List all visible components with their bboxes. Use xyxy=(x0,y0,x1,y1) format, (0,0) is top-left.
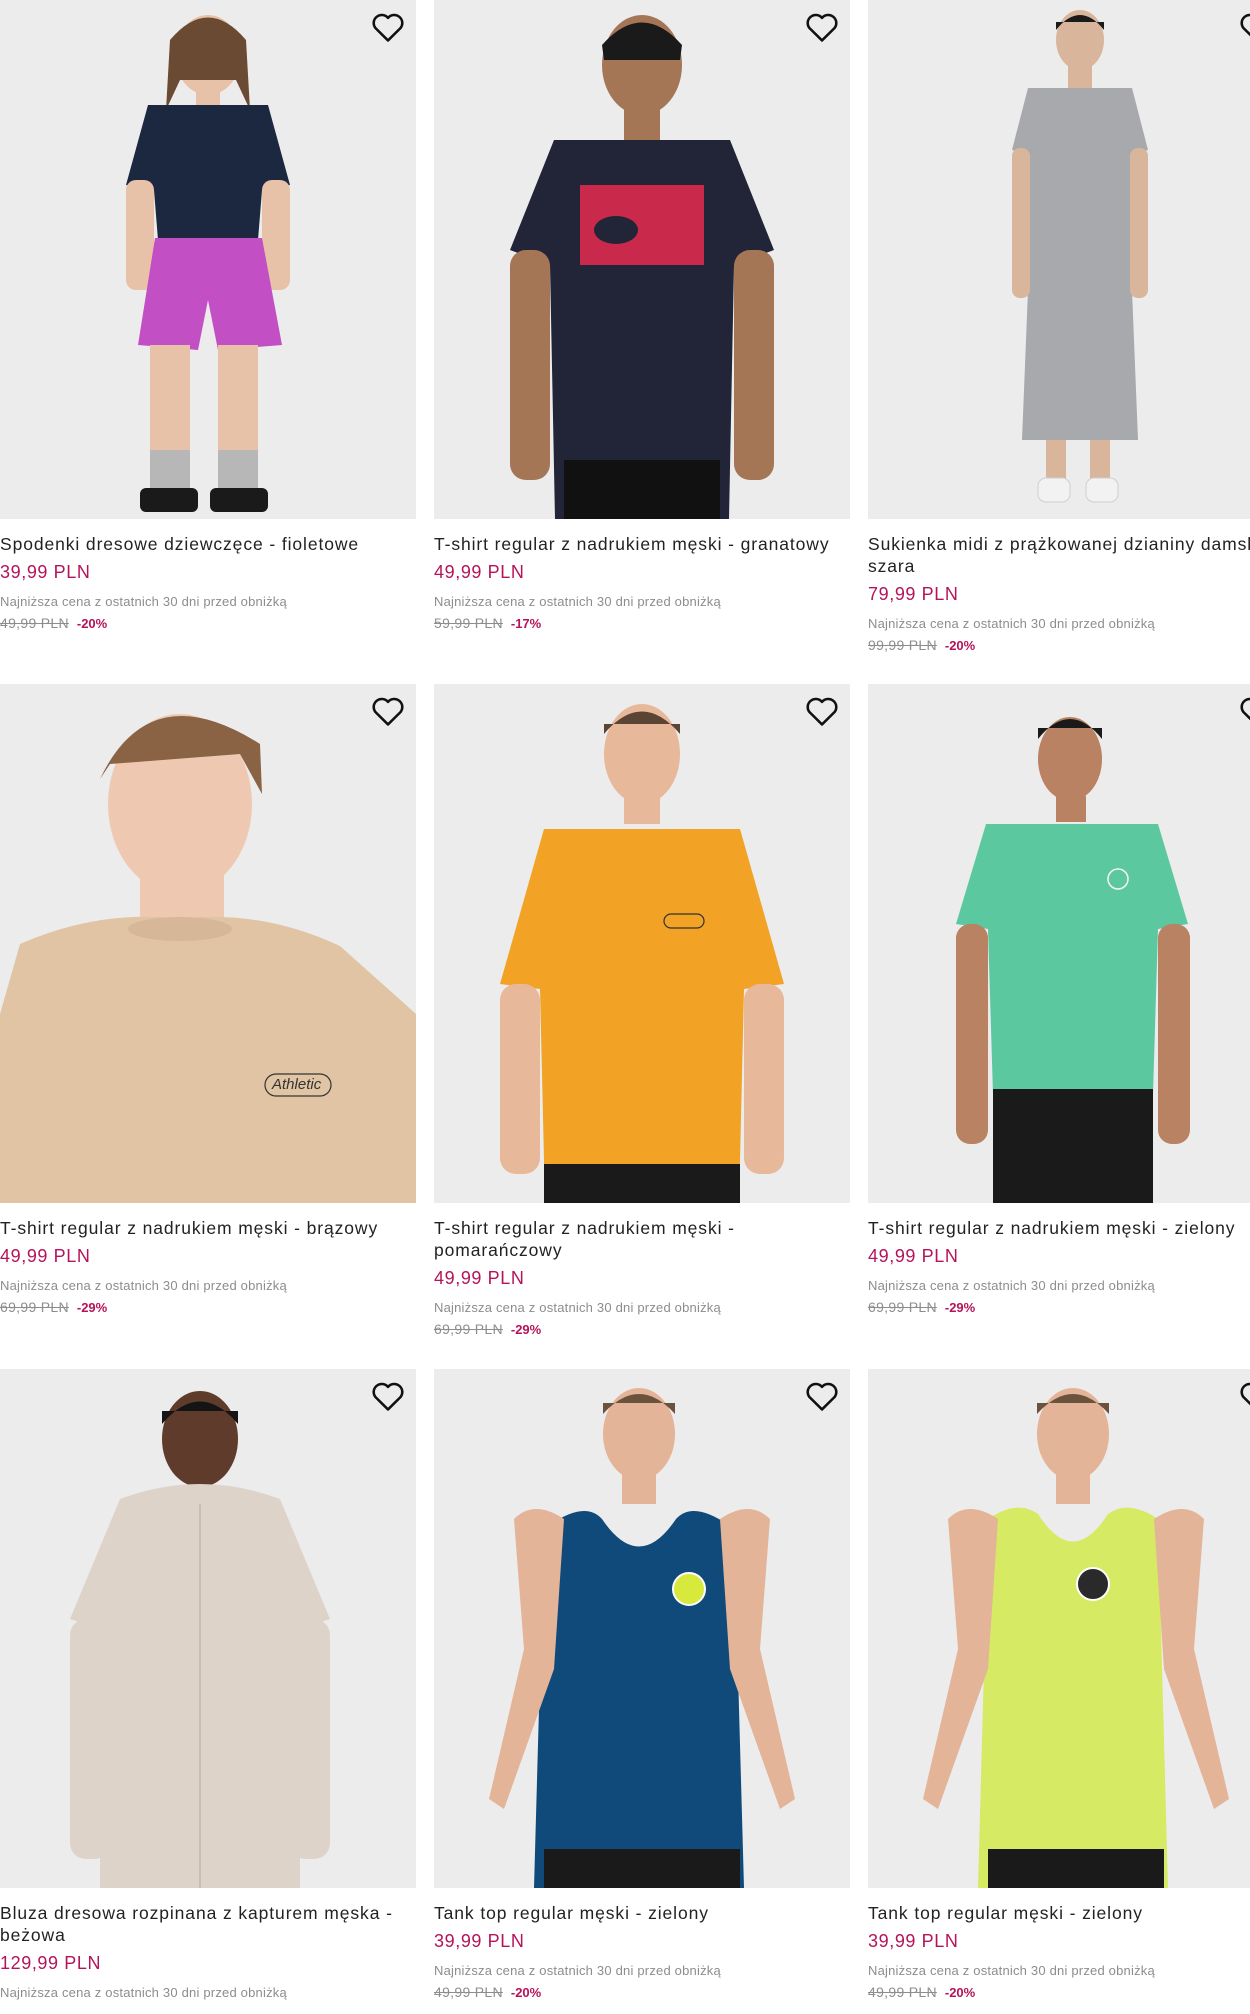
product-name[interactable]: Sukienka midi z prążkowanej dzianiny dam… xyxy=(868,533,1250,577)
product-photo-girl-shorts xyxy=(0,0,416,519)
product-price: 49,99 PLN xyxy=(0,1246,91,1266)
lowest-price-note: Najniższa cena z ostatnich 30 dni przed … xyxy=(434,594,721,609)
lowest-price-note: Najniższa cena z ostatnich 30 dni przed … xyxy=(0,1985,287,2000)
wishlist-button[interactable] xyxy=(804,10,840,44)
product-name[interactable]: T-shirt regular z nadrukiem męski - ziel… xyxy=(868,1217,1250,1239)
product-card[interactable]: Athletic T-shirt regular z nadrukiem męs… xyxy=(0,684,416,1315)
heart-outline-icon xyxy=(1240,697,1250,721)
old-price: 69,99 PLN xyxy=(0,1299,69,1315)
product-card[interactable]: Bluza dresowa rozpinana z kapturem męska… xyxy=(0,1369,416,2000)
wishlist-button[interactable] xyxy=(804,1379,840,1413)
product-image[interactable] xyxy=(868,684,1250,1203)
old-price: 69,99 PLN xyxy=(868,1299,937,1315)
wishlist-button[interactable] xyxy=(370,10,406,44)
old-price: 59,99 PLN xyxy=(434,615,503,631)
product-image[interactable] xyxy=(868,1369,1250,1888)
old-price-row: 99,99 PLN -20% xyxy=(868,637,1250,653)
product-image[interactable] xyxy=(0,1369,416,1888)
discount-badge: -20% xyxy=(944,638,976,653)
old-price-row: 69,99 PLN -29% xyxy=(868,1299,1250,1315)
svg-text:Athletic: Athletic xyxy=(271,1076,322,1093)
product-photo-beige-tshirt: Athletic xyxy=(0,684,416,1203)
product-image[interactable]: Athletic xyxy=(0,684,416,1203)
discount-badge: -29% xyxy=(944,1300,976,1315)
discount-badge: -20% xyxy=(510,1985,542,2000)
heart-outline-icon xyxy=(1240,1382,1250,1406)
product-image[interactable] xyxy=(0,0,416,519)
product-card[interactable]: Tank top regular męski - zielony 39,99 P… xyxy=(868,1369,1250,2000)
product-photo-navy-tshirt xyxy=(434,0,850,519)
heart-outline-icon xyxy=(372,697,404,726)
wishlist-button[interactable] xyxy=(804,694,840,728)
old-price: 99,99 PLN xyxy=(868,637,937,653)
heart-outline-icon xyxy=(806,13,838,42)
product-name[interactable]: Tank top regular męski - zielony xyxy=(434,1902,850,1924)
old-price: 69,99 PLN xyxy=(434,1321,503,1337)
product-name[interactable]: Spodenki dresowe dziewczęce - fioletowe xyxy=(0,533,416,555)
lowest-price-note: Najniższa cena z ostatnich 30 dni przed … xyxy=(868,1278,1155,1293)
product-price: 39,99 PLN xyxy=(0,562,91,582)
lowest-price-note: Najniższa cena z ostatnich 30 dni przed … xyxy=(0,594,287,609)
heart-outline-icon xyxy=(1240,13,1250,37)
old-price-row: 49,99 PLN -20% xyxy=(434,1984,850,2000)
product-photo-beige-hoodie xyxy=(0,1369,416,1888)
lowest-price-note: Najniższa cena z ostatnich 30 dni przed … xyxy=(868,1963,1155,1978)
heart-outline-icon xyxy=(806,697,838,726)
old-price-row: 69,99 PLN -29% xyxy=(0,1299,416,1315)
wishlist-button[interactable] xyxy=(1238,1379,1250,1413)
product-photo-green-tshirt xyxy=(868,684,1250,1203)
wishlist-button[interactable] xyxy=(1238,694,1250,728)
product-name[interactable]: Bluza dresowa rozpinana z kapturem męska… xyxy=(0,1902,416,1946)
lowest-price-note: Najniższa cena z ostatnich 30 dni przed … xyxy=(434,1300,721,1315)
product-image[interactable] xyxy=(868,0,1250,519)
product-price: 49,99 PLN xyxy=(868,1246,959,1266)
old-price: 49,99 PLN xyxy=(434,1984,503,2000)
product-price: 39,99 PLN xyxy=(434,1931,525,1951)
discount-badge: -29% xyxy=(76,1300,108,1315)
wishlist-button[interactable] xyxy=(370,694,406,728)
product-card[interactable]: Tank top regular męski - zielony 39,99 P… xyxy=(434,1369,850,2000)
product-photo-lime-tank-top xyxy=(868,1369,1250,1888)
heart-outline-icon xyxy=(372,13,404,42)
product-card[interactable]: Sukienka midi z prążkowanej dzianiny dam… xyxy=(868,0,1250,653)
product-price: 49,99 PLN xyxy=(434,1268,525,1288)
product-card[interactable]: Spodenki dresowe dziewczęce - fioletowe … xyxy=(0,0,416,631)
discount-badge: -29% xyxy=(510,1322,542,1337)
product-photo-orange-tshirt xyxy=(434,684,850,1203)
old-price-row: 69,99 PLN -29% xyxy=(434,1321,850,1337)
product-price: 49,99 PLN xyxy=(434,562,525,582)
old-price-row: 49,99 PLN -20% xyxy=(868,1984,1250,2000)
product-name[interactable]: T-shirt regular z nadrukiem męski - gran… xyxy=(434,533,850,555)
product-photo-grey-dress xyxy=(868,0,1250,519)
product-name[interactable]: T-shirt regular z nadrukiem męski - brąz… xyxy=(0,1217,416,1239)
discount-badge: -20% xyxy=(76,616,108,631)
product-card[interactable]: T-shirt regular z nadrukiem męski - gran… xyxy=(434,0,850,631)
lowest-price-note: Najniższa cena z ostatnich 30 dni przed … xyxy=(434,1963,721,1978)
product-price: 79,99 PLN xyxy=(868,584,959,604)
product-price: 39,99 PLN xyxy=(868,1931,959,1951)
old-price: 49,99 PLN xyxy=(0,615,69,631)
product-card[interactable]: T-shirt regular z nadrukiem męski - ziel… xyxy=(868,684,1250,1315)
wishlist-button[interactable] xyxy=(1238,10,1250,44)
product-image[interactable] xyxy=(434,684,850,1203)
old-price-row: 59,99 PLN -17% xyxy=(434,615,850,631)
wishlist-button[interactable] xyxy=(370,1379,406,1413)
heart-outline-icon xyxy=(806,1382,838,1411)
product-price: 129,99 PLN xyxy=(0,1953,102,1973)
product-name[interactable]: Tank top regular męski - zielony xyxy=(868,1902,1250,1924)
old-price: 49,99 PLN xyxy=(868,1984,937,2000)
old-price-row: 49,99 PLN -20% xyxy=(0,615,416,631)
product-image[interactable] xyxy=(434,1369,850,1888)
product-name[interactable]: T-shirt regular z nadrukiem męski - poma… xyxy=(434,1217,850,1261)
heart-outline-icon xyxy=(372,1382,404,1411)
product-photo-navy-tank-top xyxy=(434,1369,850,1888)
discount-badge: -17% xyxy=(510,616,542,631)
product-card[interactable]: T-shirt regular z nadrukiem męski - poma… xyxy=(434,684,850,1337)
product-image[interactable] xyxy=(434,0,850,519)
lowest-price-note: Najniższa cena z ostatnich 30 dni przed … xyxy=(868,616,1155,631)
product-grid: Spodenki dresowe dziewczęce - fioletowe … xyxy=(0,0,1250,2014)
lowest-price-note: Najniższa cena z ostatnich 30 dni przed … xyxy=(0,1278,287,1293)
discount-badge: -20% xyxy=(944,1985,976,2000)
